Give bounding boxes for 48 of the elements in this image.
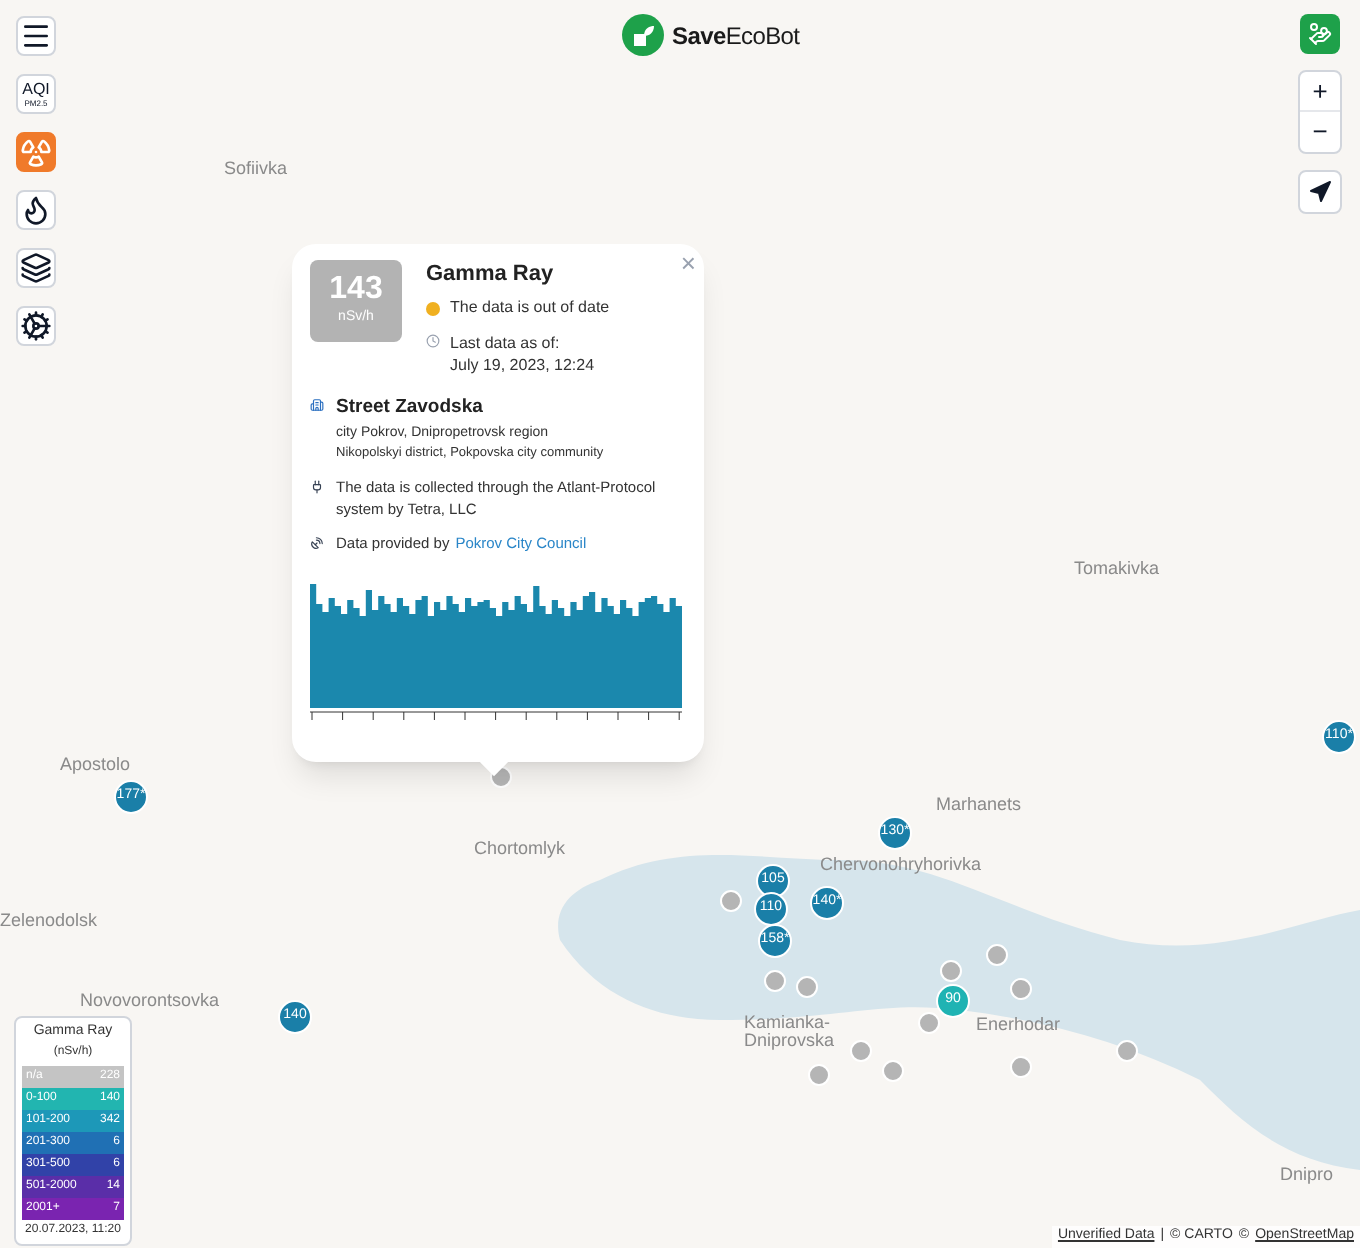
settings-icon bbox=[20, 310, 52, 342]
place-label: Marhanets bbox=[936, 792, 1022, 818]
flame-icon bbox=[20, 194, 52, 226]
street-name: Street Zavodska bbox=[336, 394, 485, 422]
clock-icon bbox=[426, 334, 440, 348]
place-label: Kamianka- bbox=[744, 1010, 831, 1033]
reading-value: 143 bbox=[329, 272, 383, 309]
status-text: The data is out of date bbox=[450, 296, 610, 320]
locate-button[interactable] bbox=[1298, 170, 1342, 214]
map[interactable] bbox=[0, 0, 1360, 1248]
sensor-marker[interactable] bbox=[1010, 1056, 1032, 1078]
sensor-marker[interactable] bbox=[882, 1060, 904, 1082]
menu-button[interactable] bbox=[16, 16, 56, 56]
navigation-icon bbox=[1308, 180, 1332, 204]
fire-button[interactable] bbox=[16, 190, 56, 230]
sensor-marker[interactable] bbox=[808, 1064, 830, 1086]
place-label: Novovorontsovka bbox=[80, 988, 220, 1014]
donate-button[interactable] bbox=[1300, 14, 1340, 54]
close-button[interactable]: × bbox=[680, 244, 696, 283]
building-icon bbox=[310, 398, 324, 412]
last-data-date: July 19, 2023, 12:24 bbox=[450, 354, 595, 376]
place-label: Chortomlyk bbox=[474, 836, 566, 862]
place-label: Dniprovska bbox=[744, 1029, 835, 1054]
settings-button[interactable] bbox=[16, 306, 56, 346]
place-label: Dnipro bbox=[1280, 1162, 1334, 1188]
logo-icon bbox=[622, 14, 664, 56]
menu-icon bbox=[20, 20, 52, 52]
place-label: Sofiivka bbox=[224, 156, 288, 182]
sensor-marker[interactable] bbox=[1116, 1040, 1138, 1062]
place-label: Zelenodolsk bbox=[0, 908, 98, 934]
zoom-in-button[interactable]: + bbox=[1300, 72, 1340, 112]
logo-text: SaveEcoBot bbox=[672, 19, 800, 53]
radiation-icon bbox=[20, 136, 52, 168]
last-data-label: Last data as of: bbox=[450, 332, 562, 354]
zoom-out-button[interactable]: − bbox=[1300, 112, 1340, 152]
layers-icon bbox=[20, 252, 52, 284]
place-label: Tomakivka bbox=[1074, 556, 1160, 582]
satellite-dish-icon bbox=[310, 536, 324, 551]
radiation-button[interactable] bbox=[16, 132, 56, 172]
sensor-marker[interactable] bbox=[850, 1040, 872, 1062]
plug-icon bbox=[310, 480, 324, 495]
popup-title: Gamma Ray bbox=[426, 260, 556, 288]
hand-coin-icon bbox=[1308, 22, 1332, 46]
layers-button[interactable] bbox=[16, 248, 56, 288]
sensor-marker[interactable] bbox=[918, 1012, 940, 1034]
place-label: Chervonohryhorivka bbox=[820, 852, 982, 878]
place-label: Apostolo bbox=[60, 752, 131, 778]
place-label: Enerhodar bbox=[976, 1012, 1061, 1038]
